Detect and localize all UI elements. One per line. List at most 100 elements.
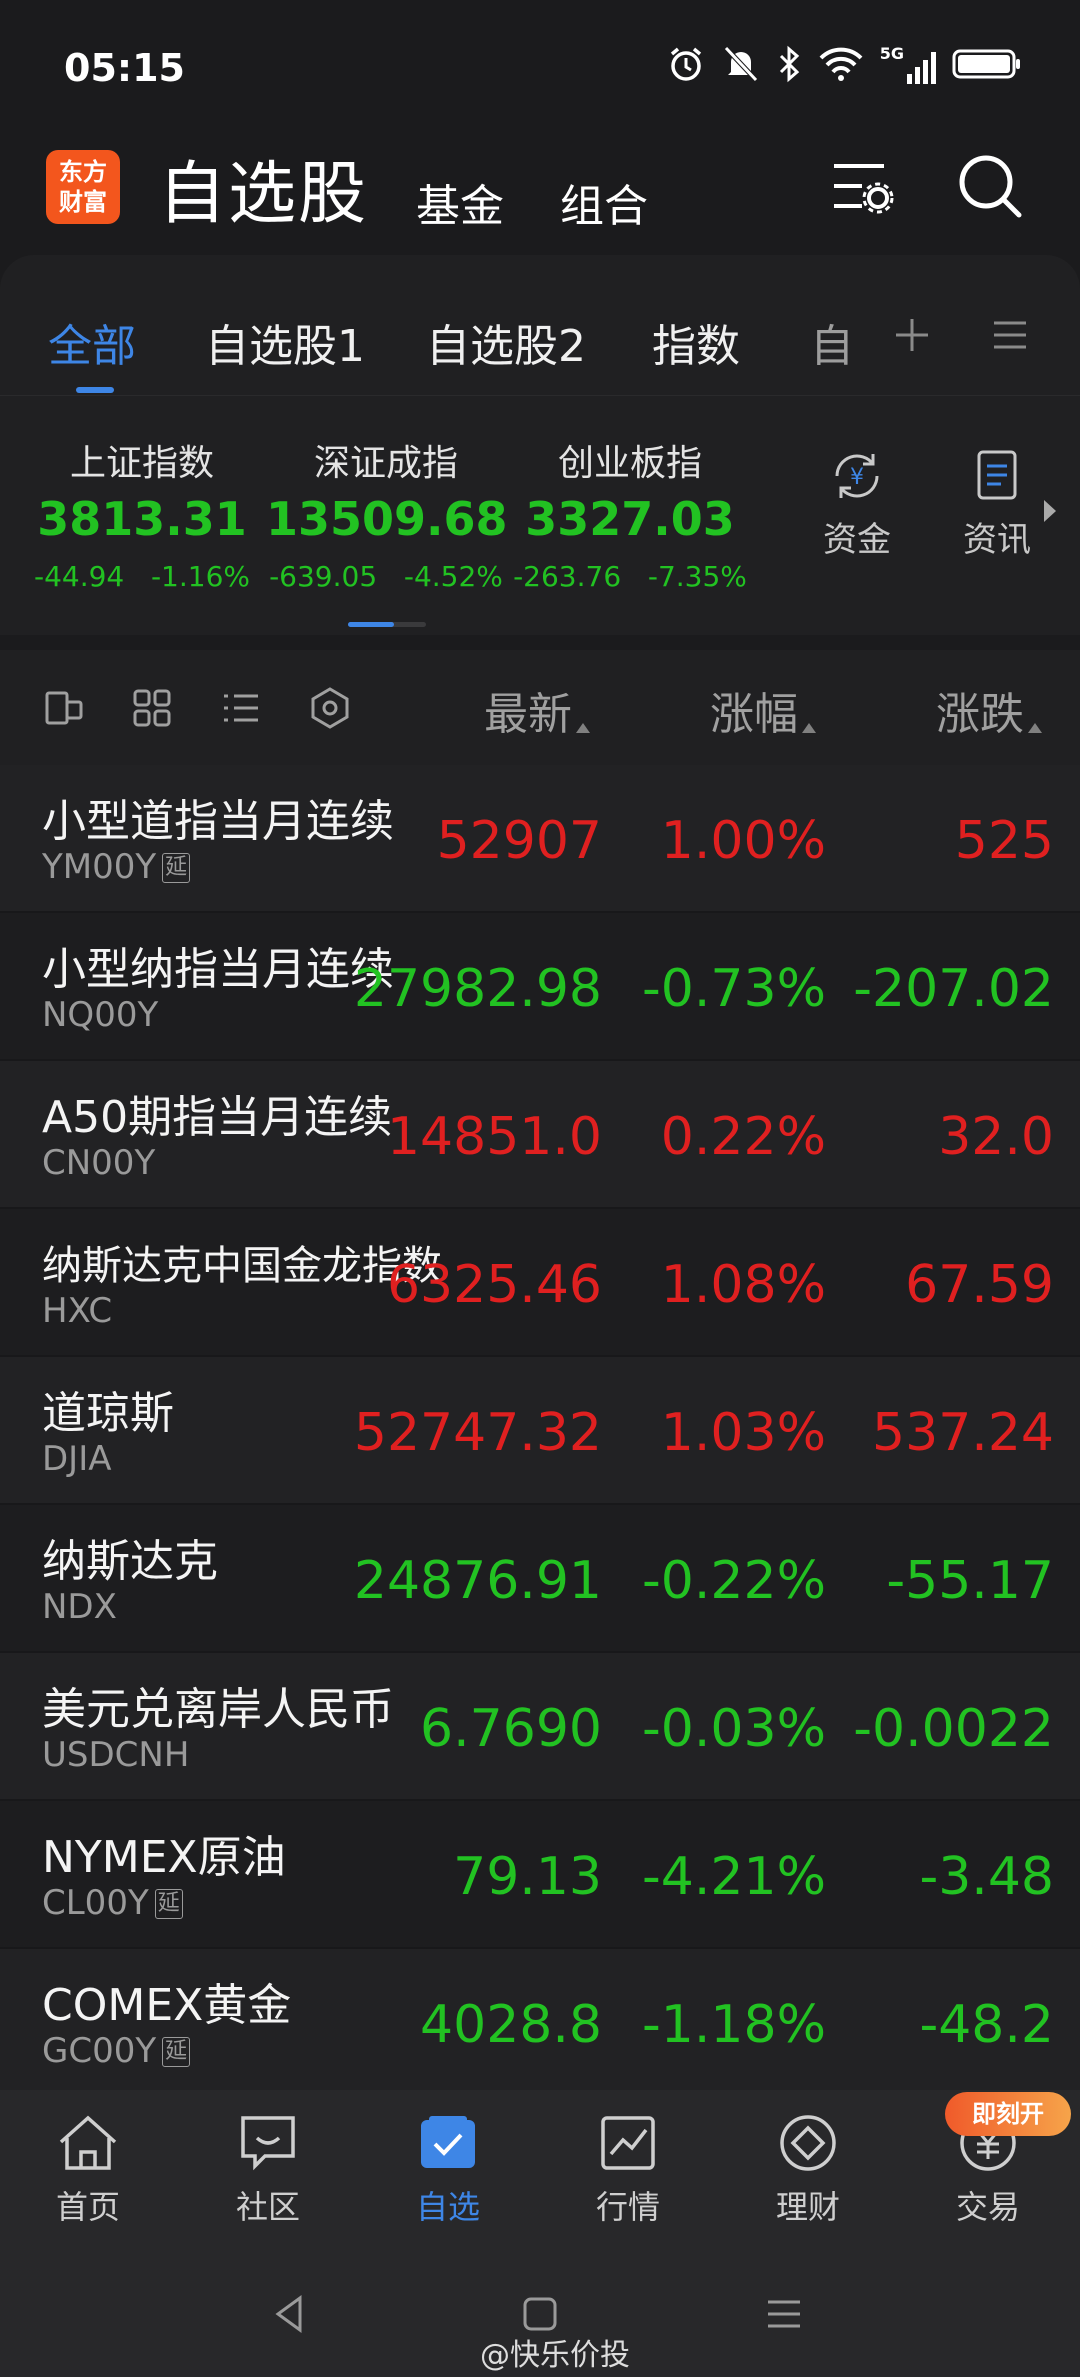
index-change: -639.05 -4.52% [269, 560, 503, 593]
index-change: -44.94 -1.16% [33, 560, 251, 593]
menu-icon[interactable] [990, 315, 1030, 355]
sort-change-pct[interactable]: 涨幅 [710, 678, 816, 742]
index-name: 创业板指 [557, 443, 702, 484]
alarm-icon [670, 47, 701, 81]
search-icon[interactable] [956, 152, 1026, 222]
nav-community[interactable]: 社区 [208, 2112, 328, 2228]
quote-latest: 24876.91 [353, 1551, 602, 1611]
watchlist-check-icon [421, 2116, 475, 2168]
quote-code: NDX [42, 1587, 117, 1627]
quote-change: -3.48 [919, 1847, 1054, 1907]
quote-code: CL00Y 延 [42, 1883, 183, 1923]
tab-more-partial[interactable]: 自 [810, 310, 870, 374]
quote-code: USDCNH [42, 1735, 190, 1775]
tab-watchlist-1[interactable]: 自选股1 [205, 310, 365, 374]
index-card-sh[interactable]: 上证指数 3813.31 -44.94 -1.16% [22, 434, 262, 593]
quote-latest: 52907 [436, 811, 602, 871]
status-icons: 5G [666, 44, 1022, 84]
battery-icon [952, 49, 1020, 79]
quote-name: A50期指当月连续 [42, 1092, 393, 1143]
delayed-badge: 延 [154, 1889, 183, 1919]
nav-wealth[interactable]: 理财 [748, 2112, 868, 2228]
page-title: 自选股 [158, 155, 369, 234]
tab-index[interactable]: 指数 [652, 310, 740, 374]
quote-code: YM00Y 延 [42, 847, 191, 887]
quote-change: 67.59 [905, 1255, 1054, 1315]
quote-code: DJIA [42, 1439, 112, 1479]
index-card-cyb[interactable]: 创业板指 3327.03 -263.76 -7.35% [510, 434, 750, 593]
column-header: 最新 涨幅 涨跌 [0, 650, 1080, 765]
wealth-icon [780, 2115, 836, 2171]
quote-change-pct: -0.03% [642, 1699, 826, 1759]
quote-row[interactable]: COMEX黄金 GC00Y 延 4028.8 -1.18% -48.2 [0, 1949, 1080, 2097]
quote-change: -0.0022 [853, 1699, 1054, 1759]
nav-market[interactable]: 行情 [568, 2112, 688, 2228]
watermark: @快乐价投 [480, 2338, 630, 2373]
mute-bell-icon [723, 46, 758, 82]
quote-change-pct: -0.73% [642, 959, 826, 1019]
tab-watchlist-2[interactable]: 自选股2 [426, 310, 586, 374]
quote-code: NQ00Y [42, 995, 159, 1035]
quote-row[interactable]: NYMEX原油 CL00Y 延 79.13 -4.21% -3.48 [0, 1801, 1080, 1949]
quote-row[interactable]: 小型纳指当月连续 NQ00Y 27982.98 -0.73% -207.02 [0, 913, 1080, 1061]
add-icon[interactable] [892, 315, 932, 355]
capital-flow-button[interactable]: ¥ 资金 [802, 446, 912, 561]
index-name: 上证指数 [69, 443, 214, 484]
quote-latest: 79.13 [453, 1847, 602, 1907]
header-tab-fund[interactable]: 基金 [416, 170, 504, 234]
active-tab-indicator [76, 387, 114, 393]
home-square-icon[interactable] [520, 2294, 560, 2334]
quote-code: CN00Y [42, 1143, 156, 1183]
news-button[interactable]: 资讯 [942, 446, 1052, 561]
list-settings-icon[interactable] [828, 154, 894, 220]
index-value: 3813.31 [37, 492, 247, 546]
nav-watchlist[interactable]: 自选 [388, 2112, 508, 2228]
quote-list: 小型道指当月连续 YM00Y 延 52907 1.00% 525 小型纳指当月连续… [0, 765, 1080, 2097]
settings-hex-icon[interactable] [308, 686, 352, 730]
app-logo[interactable]: 东方 财富 [46, 150, 120, 224]
index-strip: 上证指数 3813.31 -44.94 -1.16% 深证成指 13509.68… [0, 395, 1080, 635]
tab-all[interactable]: 全部 [48, 310, 136, 374]
quote-latest: 14851.0 [386, 1107, 602, 1167]
app-header: 东方 财富 自选股 基金 组合 [0, 130, 1080, 250]
signal-5g-icon: 5G [880, 44, 936, 84]
chart-icon [601, 2116, 655, 2170]
news-icon [977, 450, 1017, 500]
open-account-badge[interactable]: 即刻开 [945, 2092, 1071, 2136]
card-view-icon[interactable] [44, 688, 84, 728]
quote-change-pct: 1.08% [660, 1255, 826, 1315]
scroll-right-icon[interactable] [1040, 496, 1060, 526]
quote-change-pct: 1.03% [660, 1403, 826, 1463]
sort-latest[interactable]: 最新 [484, 678, 590, 742]
quote-change-pct: 1.00% [660, 811, 826, 871]
quote-row[interactable]: 美元兑离岸人民币 USDCNH 6.7690 -0.03% -0.0022 [0, 1653, 1080, 1801]
header-tab-portfolio[interactable]: 组合 [560, 170, 648, 234]
carousel-indicator [348, 622, 426, 627]
list-view-icon[interactable] [220, 688, 262, 728]
quote-change: -48.2 [919, 1995, 1054, 2055]
quote-change: 525 [954, 811, 1054, 871]
back-icon[interactable] [270, 2294, 310, 2334]
grid-view-icon[interactable] [132, 688, 172, 728]
quote-row[interactable]: 纳斯达克中国金龙指数 HXC 6325.46 1.08% 67.59 [0, 1209, 1080, 1357]
quote-name: 小型纳指当月连续 [42, 944, 394, 995]
recents-icon[interactable] [764, 2294, 804, 2334]
quote-change: -207.02 [853, 959, 1054, 1019]
quote-row[interactable]: 纳斯达克 NDX 24876.91 -0.22% -55.17 [0, 1505, 1080, 1653]
svg-text:¥: ¥ [850, 465, 864, 490]
quote-change-pct: 0.22% [660, 1107, 826, 1167]
index-name: 深证成指 [313, 443, 458, 484]
quote-row[interactable]: A50期指当月连续 CN00Y 14851.0 0.22% 32.0 [0, 1061, 1080, 1209]
quote-change: 537.24 [872, 1403, 1054, 1463]
quote-change-pct: -0.22% [642, 1551, 826, 1611]
index-card-sz[interactable]: 深证成指 13509.68 -639.05 -4.52% [266, 434, 508, 593]
quote-latest: 6.7690 [420, 1699, 602, 1759]
nav-home[interactable]: 首页 [28, 2112, 148, 2228]
chat-icon [241, 2116, 295, 2171]
sort-change[interactable]: 涨跌 [936, 678, 1042, 742]
capital-icon: ¥ [835, 454, 879, 498]
quote-latest: 27982.98 [353, 959, 602, 1019]
quote-row[interactable]: 小型道指当月连续 YM00Y 延 52907 1.00% 525 [0, 765, 1080, 913]
quote-row[interactable]: 道琼斯 DJIA 52747.32 1.03% 537.24 [0, 1357, 1080, 1505]
quote-name: 小型道指当月连续 [42, 796, 394, 847]
